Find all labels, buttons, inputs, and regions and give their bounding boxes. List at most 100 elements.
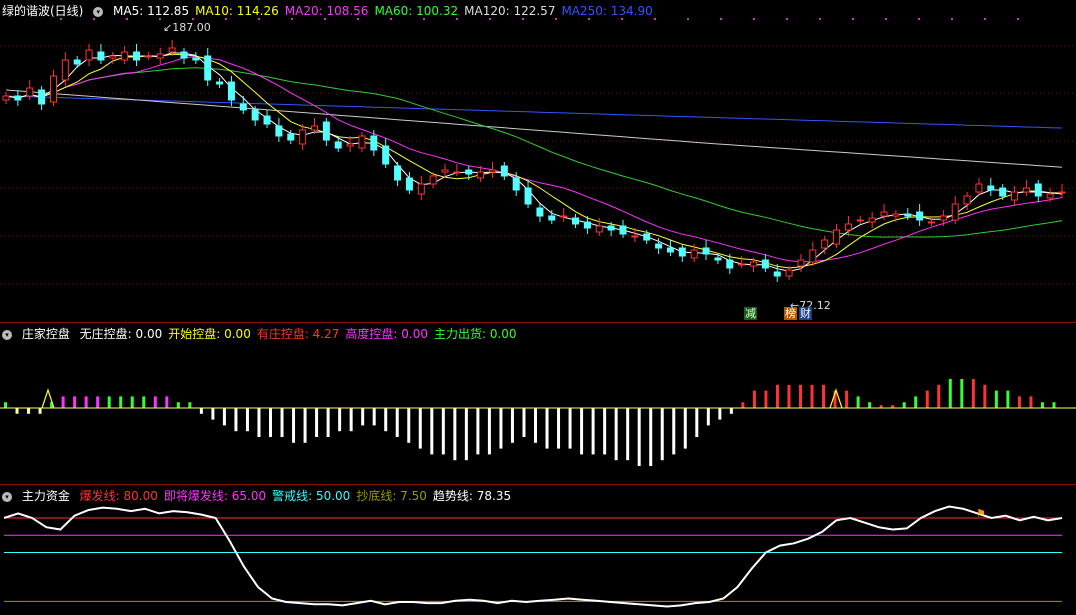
control-bar	[856, 396, 860, 408]
candle	[560, 208, 568, 222]
funds-title: 主力资金	[21, 489, 70, 503]
control-legend-item-0: 无庄控盘: 0.00	[79, 327, 163, 341]
control-bar	[165, 396, 169, 408]
control-bar	[787, 384, 791, 408]
control-bar	[522, 408, 526, 437]
control-bar	[925, 390, 929, 408]
candle	[239, 96, 247, 114]
control-bar	[222, 408, 226, 426]
signal-tick	[786, 18, 788, 20]
ma-legend: MA5: 112.85 MA10: 114.26 MA20: 108.56 MA60:…	[113, 4, 659, 18]
control-chart[interactable]	[0, 323, 1076, 484]
settings-circle-icon[interactable]: ▾	[2, 329, 12, 340]
control-bar	[568, 408, 572, 449]
funds-pane[interactable]: ▾ 主力资金 爆发线: 80.00 即将爆发线: 65.00 警戒线: 50.00 抄…	[0, 485, 1076, 615]
control-bar	[153, 396, 157, 408]
marker-jian[interactable]: 减	[744, 307, 757, 320]
control-bar	[960, 379, 964, 408]
control-bar	[822, 384, 826, 408]
control-bar	[683, 408, 687, 449]
candle	[833, 224, 841, 248]
control-bar	[1040, 402, 1044, 408]
candle	[97, 44, 105, 64]
candle	[73, 56, 81, 68]
ma250-line	[5, 95, 1063, 129]
control-bar	[937, 384, 941, 408]
control-bar	[315, 408, 319, 437]
candle	[500, 162, 508, 180]
control-bar	[1029, 396, 1033, 408]
candle	[2, 92, 10, 104]
control-bar	[580, 408, 584, 455]
control-bar	[729, 408, 733, 414]
candle	[394, 162, 402, 186]
control-bar	[545, 408, 549, 449]
ma-legend-item-3: MA60: 100.32	[374, 4, 459, 18]
candle	[975, 178, 983, 196]
ma-legend-item-4: MA120: 122.57	[464, 4, 556, 18]
candle	[192, 52, 200, 64]
control-bar	[119, 396, 123, 408]
control-bar	[499, 408, 503, 449]
control-bar	[994, 390, 998, 408]
settings-circle-icon[interactable]: ▾	[93, 6, 104, 17]
funds-legend-item-4: 趋势线: 78.35	[432, 489, 512, 503]
control-bar	[96, 396, 100, 408]
control-bar	[211, 408, 215, 420]
candle	[536, 204, 544, 222]
funds-legend-item-0: 爆发线: 80.00	[79, 489, 158, 503]
control-bar	[61, 396, 65, 408]
control-bar	[810, 384, 814, 408]
control-bar	[292, 408, 296, 443]
settings-circle-icon[interactable]: ▾	[2, 491, 12, 502]
control-bar	[845, 390, 849, 408]
control-bar	[510, 408, 514, 443]
candle	[299, 124, 307, 150]
control-bar	[626, 408, 630, 461]
control-bar	[799, 384, 802, 408]
control-bar	[672, 408, 676, 455]
ma-legend-item-0: MA5: 112.85	[113, 4, 190, 18]
control-bar	[430, 408, 434, 455]
control-bar	[176, 402, 180, 408]
control-bar	[764, 390, 768, 408]
signal-tick	[885, 18, 887, 20]
control-bar	[349, 408, 353, 432]
control-bar	[557, 408, 561, 449]
control-bar	[752, 390, 756, 408]
control-pane[interactable]: ▾ 庄家控盘 无庄控盘: 0.00 开始控盘: 0.00 有庄控盘: 4.27 高度控…	[0, 323, 1076, 485]
candle	[227, 76, 235, 106]
candle	[382, 138, 390, 168]
control-bar	[487, 408, 491, 455]
candle	[868, 212, 876, 228]
candle	[121, 46, 129, 64]
marker-bang[interactable]: 榜	[784, 307, 797, 320]
kline-chart[interactable]	[0, 0, 1076, 322]
control-bar	[741, 402, 745, 408]
control-bar	[971, 379, 975, 408]
funds-legend-item-1: 即将爆发线: 65.00	[163, 489, 267, 503]
candle	[204, 48, 212, 86]
control-bar	[453, 408, 457, 461]
signal-tick	[720, 18, 722, 20]
funds-chart[interactable]	[0, 485, 1076, 615]
candle	[180, 48, 188, 64]
candle	[987, 178, 995, 196]
control-bar	[257, 408, 261, 437]
signal-tick	[984, 18, 986, 20]
control-bar	[1006, 390, 1010, 408]
control-title: 庄家控盘	[21, 327, 70, 341]
control-bar	[649, 408, 653, 466]
control-bar	[130, 396, 134, 408]
control-legend-item-3: 高度控盘: 0.00	[345, 327, 428, 341]
kline-pane[interactable]: 绿的谐波(日线) ▾ MA5: 112.85 MA10: 114.26 MA20: …	[0, 0, 1076, 323]
marker-cai[interactable]: 财	[799, 307, 812, 320]
stock-title: 绿的谐波(日线)	[2, 4, 84, 18]
control-bar	[902, 402, 906, 408]
trend-line	[3, 505, 1063, 608]
candle	[49, 70, 57, 106]
control-bar	[464, 408, 468, 461]
control-bar	[361, 408, 365, 426]
control-bar	[234, 408, 238, 432]
control-bar	[303, 408, 307, 443]
